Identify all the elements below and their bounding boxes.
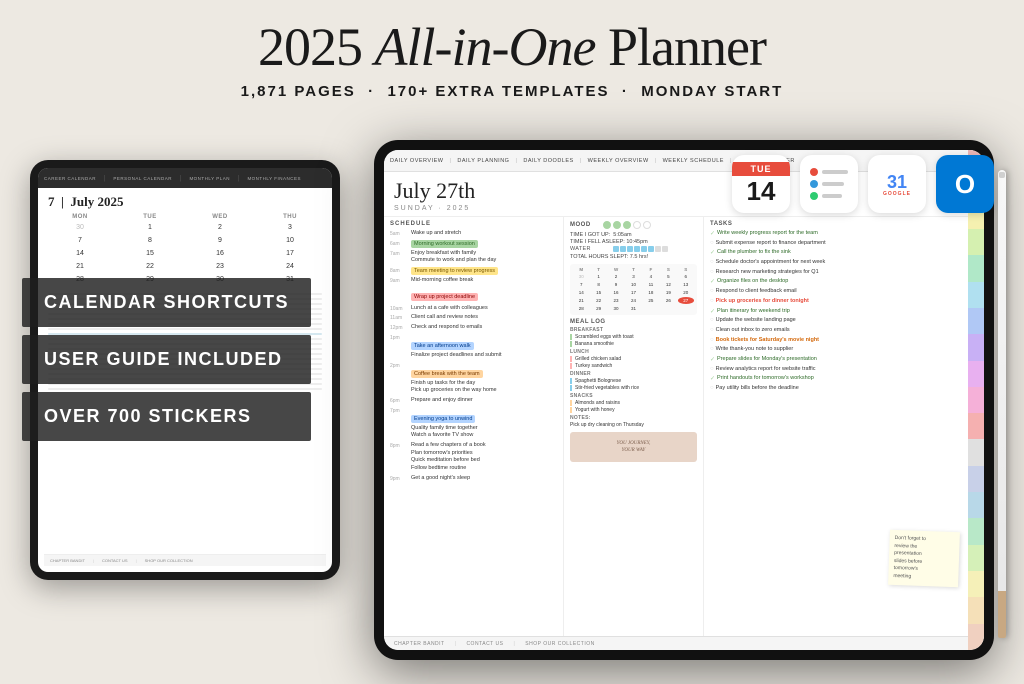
task-item: ○ Review analytics report for website tr… [710, 366, 978, 374]
schedule-item: 6am Morning workout session [390, 240, 557, 248]
meal-section: MEAL LOG BREAKFAST Scrambled eggs with t… [570, 319, 697, 428]
planner-footer: CHAPTER BANDIT | CONTACT US | SHOP OUR C… [384, 636, 984, 650]
app-icons-row: TUE 14 31 Google [732, 155, 994, 213]
task-item: ○ Clean out inbox to zero emails [710, 327, 978, 335]
task-item: ○ Research new marketing strategies for … [710, 269, 978, 277]
header-subtitle: 1,871 PAGES · 170+ EXTRA TEMPLATES · MON… [0, 83, 1024, 100]
middle-column: MOOD TIME I GOT UP: 5:05am TIME I [564, 217, 704, 636]
google-calendar-icon: 31 Google [868, 155, 926, 213]
task-item: ✓ Organize files on the desktop [710, 278, 978, 286]
schedule-item: 5am Wake up and stretch [390, 230, 557, 238]
tasks-column: TASKS ✓ Write weekly progress report for… [704, 217, 984, 636]
planner-content: DAILY OVERVIEW | DAILY PLANNING | DAILY … [384, 150, 984, 650]
schedule-item: 7am Enjoy breakfast with family Commute … [390, 250, 557, 265]
task-item: ✓ Prepare slides for Monday's presentati… [710, 356, 978, 364]
schedule-item: 9pm Get a good night's sleep [390, 475, 557, 483]
mood-row: MOOD [570, 221, 697, 229]
task-item: ○ Write thank-you note to supplier [710, 346, 978, 354]
schedule-item: 7pm Evening yoga to unwind Quality famil… [390, 407, 557, 440]
outlook-icon-box: O [936, 155, 994, 213]
badge-user-guide: USER GUIDE INCLUDED [22, 335, 311, 384]
task-item: ○ Respond to client feedback email [710, 288, 978, 296]
feature-badges: CALENDAR SHORTCUTS USER GUIDE INCLUDED O… [22, 278, 311, 449]
apple-calendar-icon: TUE 14 [732, 155, 790, 213]
main-container: 2025 All-in-One Planner 1,871 PAGES · 17… [0, 0, 1024, 684]
task-item: ○ Book tickets for Saturday's movie nigh… [710, 337, 978, 345]
reminders-icon [800, 155, 858, 213]
schedule-item: 6pm Prepare and enjoy dinner [390, 397, 557, 405]
badge-stickers: OVER 700 STICKERS [22, 392, 311, 441]
schedule-item: 10am Lunch at a cafe with colleagues [390, 305, 557, 313]
task-item: ✓ Call the plumber to fix the sink [710, 249, 978, 257]
schedule-item: 1pm Take an afternoon walk Finalize proj… [390, 334, 557, 360]
task-item: ○ Submit expense report to finance depar… [710, 240, 978, 248]
schedule-column: SCHEDULE 5am Wake up and stretch 6am Mor… [384, 217, 564, 636]
schedule-item: 11am Client call and review notes [390, 314, 557, 322]
task-item: ✓ Print handouts for tomorrow's workshop [710, 375, 978, 383]
header: 2025 All-in-One Planner 1,871 PAGES · 17… [0, 0, 1024, 100]
schedule-item: 8am Team meeting to review progress [390, 267, 557, 275]
task-item: ○ Schedule doctor's appointment for next… [710, 259, 978, 267]
schedule-item: 9am Mid-morning coffee break Wrap up pro… [390, 277, 557, 303]
planner-tab-colors [968, 150, 984, 650]
right-tablet: DAILY OVERVIEW | DAILY PLANNING | DAILY … [374, 140, 994, 660]
journal-box: YOU JOURNEY,YOUR WAY [570, 432, 697, 462]
schedule-item: 12pm Check and respond to emails [390, 324, 557, 332]
task-item: ○ Update the website landing page [710, 317, 978, 325]
schedule-item: 8pm Read a few chapters of a book Plan t… [390, 442, 557, 473]
sticky-note: Don't forget toreview thepresentationsli… [888, 530, 960, 587]
apple-pencil [998, 170, 1006, 638]
mini-calendar: M T W T F S S 30 1 2 [570, 264, 697, 315]
task-item: ○ Pay utility bills before the deadline [710, 385, 978, 393]
page-title: 2025 All-in-One Planner [0, 18, 1024, 77]
schedule-item: 2pm Coffee break with the team Finish up… [390, 362, 557, 395]
task-item: ○ Pick up groceries for dinner tonight [710, 298, 978, 306]
water-tracker: WATER [570, 246, 697, 252]
planner-body: SCHEDULE 5am Wake up and stretch 6am Mor… [384, 217, 984, 636]
task-item: ✓ Plan itinerary for weekend trip [710, 308, 978, 316]
task-item: ✓ Write weekly progress report for the t… [710, 230, 978, 238]
badge-calendar-shortcuts: CALENDAR SHORTCUTS [22, 278, 311, 327]
